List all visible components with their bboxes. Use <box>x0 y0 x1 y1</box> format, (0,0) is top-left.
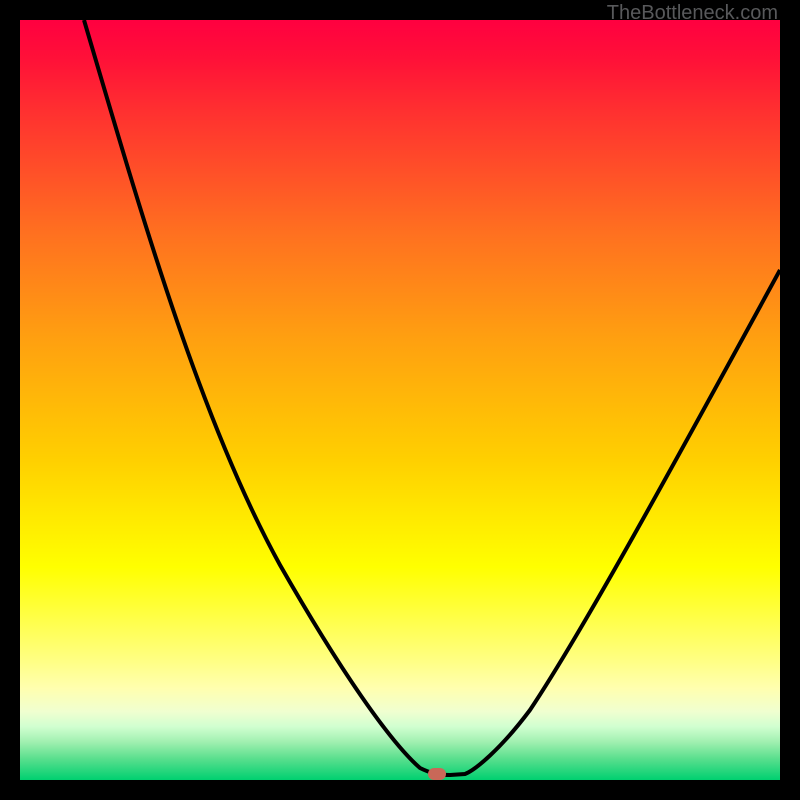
chart-container: TheBottleneck.com <box>0 0 800 800</box>
bottleneck-curve <box>20 20 780 780</box>
curve-path <box>84 20 780 775</box>
watermark-text: TheBottleneck.com <box>607 2 778 25</box>
optimal-point-marker <box>428 768 446 780</box>
